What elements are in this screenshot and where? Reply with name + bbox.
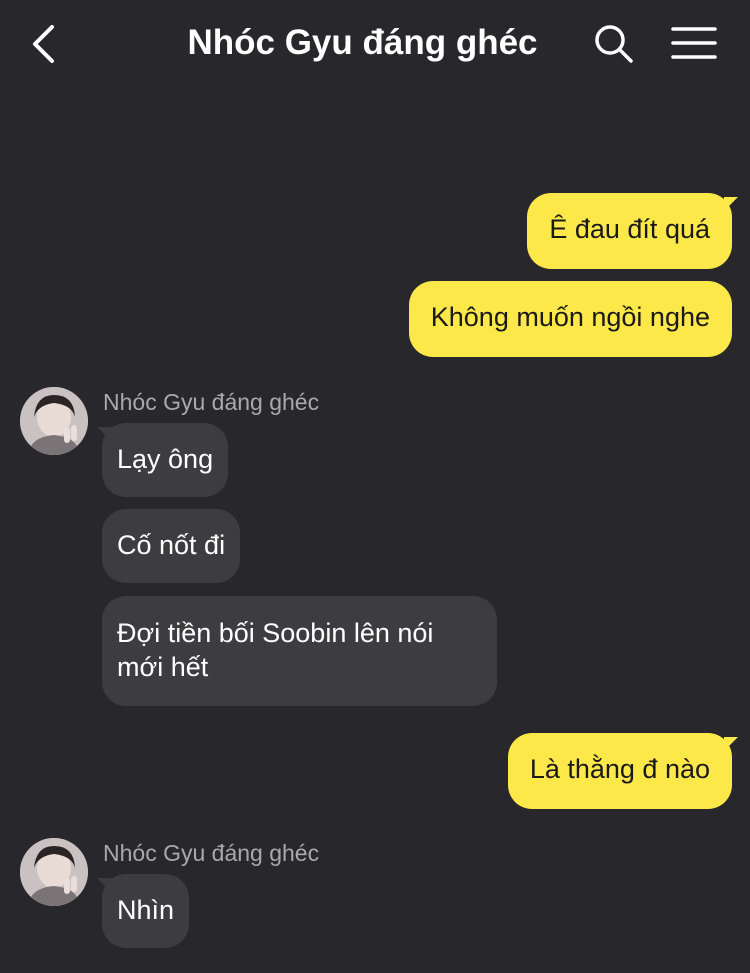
avatar[interactable] — [20, 838, 88, 906]
avatar[interactable] — [20, 387, 88, 455]
hamburger-menu-icon — [671, 27, 717, 59]
other-message-bubble[interactable]: Lạy ông — [102, 423, 229, 497]
my-message-bubble[interactable]: Là thằng đ nào — [507, 733, 732, 809]
chat-header: Nhóc Gyu đáng ghéc — [0, 0, 750, 90]
chat-title: Nhóc Gyu đáng ghéc — [187, 23, 538, 62]
other-message-bubble[interactable]: Đợi tiền bối Soobin lên nói mới hết — [102, 596, 497, 706]
menu-button[interactable] — [670, 24, 718, 64]
chevron-left-icon — [33, 25, 54, 63]
back-button[interactable] — [26, 22, 66, 66]
bubble-tail — [724, 197, 738, 211]
my-message-bubble[interactable]: Không muốn ngồi nghe — [408, 281, 732, 357]
avatar-photo-icon — [20, 387, 88, 455]
sender-name: Nhóc Gyu đáng ghéc — [103, 389, 320, 415]
search-button[interactable] — [592, 22, 636, 66]
my-message-bubble[interactable]: Ê đau đít quá — [527, 193, 732, 269]
sender-name: Nhóc Gyu đáng ghéc — [103, 840, 320, 866]
bubble-tail — [724, 737, 738, 751]
avatar-photo-icon — [20, 838, 88, 906]
other-message-bubble[interactable]: Cố nốt đi — [102, 509, 241, 583]
other-message-bubble[interactable]: Nhìn — [102, 874, 190, 948]
search-icon — [595, 25, 633, 63]
